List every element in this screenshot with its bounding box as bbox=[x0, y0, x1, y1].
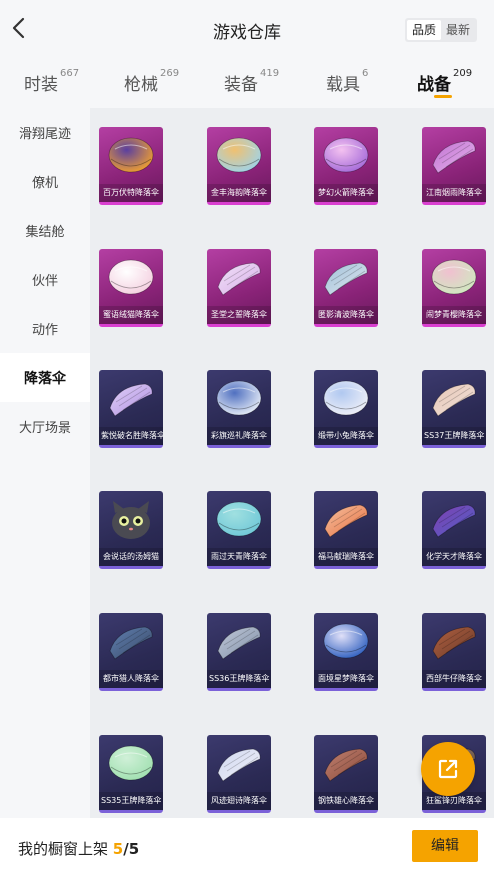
parachute-card[interactable]: 紫悦破名胜降落伞 bbox=[99, 370, 163, 448]
parachute-card[interactable]: 都市猎人降落伞 bbox=[99, 613, 163, 691]
parachute-card[interactable]: 雨过天青降落伞 bbox=[207, 491, 271, 569]
parachute-image bbox=[216, 137, 262, 173]
parachute-name: 梦幻火箭降落伞 bbox=[314, 184, 378, 202]
showcase-status: 我的橱窗上架 5/5 bbox=[18, 838, 139, 859]
parachute-name: 西部牛仔降落伞 bbox=[422, 670, 486, 688]
sidebar-item[interactable]: 集结舱 bbox=[0, 206, 90, 255]
parachute-card[interactable]: 闹梦青樱降落伞 bbox=[422, 249, 486, 327]
parachute-name: 福马献瑞降落伞 bbox=[314, 548, 378, 566]
tab-fashion[interactable]: 时装667 bbox=[24, 68, 79, 95]
parachute-name: 百万伏特降落伞 bbox=[99, 184, 163, 202]
parachute-name: 风迹翅诗降落伞 bbox=[207, 792, 271, 810]
parachute-name: 雨过天青降落伞 bbox=[207, 548, 271, 566]
parachute-card[interactable]: 百万伏特降落伞 bbox=[99, 127, 163, 205]
parachute-image bbox=[108, 745, 154, 781]
parachute-image bbox=[323, 137, 369, 173]
parachute-image bbox=[324, 748, 368, 782]
parachute-image bbox=[216, 501, 262, 537]
parachute-name: 江南烟雨降落伞 bbox=[422, 184, 486, 202]
parachute-card[interactable]: 蜜语绒猫降落伞 bbox=[99, 249, 163, 327]
parachute-name: 匿影清波降落伞 bbox=[314, 306, 378, 324]
parachute-name: 闹梦青樱降落伞 bbox=[422, 306, 486, 324]
sort-toggle: 品质 最新 bbox=[405, 18, 477, 42]
tab-weapons[interactable]: 枪械269 bbox=[124, 68, 179, 95]
parachute-image bbox=[108, 259, 154, 295]
sidebar-item[interactable]: 伙伴 bbox=[0, 255, 90, 304]
parachute-card[interactable]: 江南烟雨降落伞 bbox=[422, 127, 486, 205]
parachute-name: SS36王牌降落伞 bbox=[207, 670, 271, 688]
parachute-name: 钢铁雄心降落伞 bbox=[314, 792, 378, 810]
parachute-image bbox=[217, 262, 261, 296]
parachute-card[interactable]: 面境星梦降落伞 bbox=[314, 613, 378, 691]
parachute-image bbox=[432, 626, 476, 660]
parachute-card[interactable]: 福马献瑞降落伞 bbox=[314, 491, 378, 569]
parachute-name: 圣堂之誓降落伞 bbox=[207, 306, 271, 324]
sidebar-item[interactable]: 大厅场景 bbox=[0, 402, 90, 451]
sort-option-quality[interactable]: 品质 bbox=[407, 20, 441, 40]
tab-combat-gear[interactable]: 战备209 bbox=[417, 68, 472, 95]
parachute-image bbox=[432, 504, 476, 538]
parachute-card[interactable]: 匿影清波降落伞 bbox=[314, 249, 378, 327]
parachute-card[interactable]: 圣堂之誓降落伞 bbox=[207, 249, 271, 327]
parachute-card[interactable]: 钢铁雄心降落伞 bbox=[314, 735, 378, 813]
showcase-count: 5 bbox=[112, 840, 124, 858]
edit-button[interactable]: 编辑 bbox=[412, 830, 478, 862]
parachute-image bbox=[323, 380, 369, 416]
parachute-card[interactable]: SS37王牌降落伞 bbox=[422, 370, 486, 448]
parachute-image bbox=[324, 262, 368, 296]
sidebar-item[interactable]: 滑翔尾迹 bbox=[0, 108, 90, 157]
parachute-image bbox=[109, 626, 153, 660]
parachute-name: 缎带小兔降落伞 bbox=[314, 427, 378, 445]
parachute-name: 蜜语绒猫降落伞 bbox=[99, 306, 163, 324]
parachute-name: 都市猎人降落伞 bbox=[99, 670, 163, 688]
bottom-bar: 我的橱窗上架 5/5 编辑 bbox=[0, 818, 494, 875]
parachute-card[interactable]: 金丰海韵降落伞 bbox=[207, 127, 271, 205]
sidebar-item[interactable]: 降落伞 bbox=[0, 353, 90, 402]
active-tab-indicator bbox=[434, 95, 452, 98]
showcase-label: 我的橱窗上架 bbox=[18, 840, 109, 858]
parachute-image bbox=[431, 259, 477, 295]
sidebar-item[interactable]: 动作 bbox=[0, 304, 90, 353]
parachute-image bbox=[432, 140, 476, 174]
parachute-name: SS37王牌降落伞 bbox=[422, 427, 486, 445]
parachute-card[interactable]: 化学天才降落伞 bbox=[422, 491, 486, 569]
sub-category-sidebar: 滑翔尾迹 僚机 集结舱 伙伴 动作 降落伞 大厅场景 bbox=[0, 108, 90, 818]
parachute-name: 面境星梦降落伞 bbox=[314, 670, 378, 688]
parachute-card[interactable]: SS35王牌降落伞 bbox=[99, 735, 163, 813]
parachute-card[interactable]: 彩旗巡礼降落伞 bbox=[207, 370, 271, 448]
share-button[interactable] bbox=[421, 742, 475, 796]
parachute-image bbox=[108, 137, 154, 173]
parachute-image bbox=[217, 626, 261, 660]
parachute-card[interactable]: 西部牛仔降落伞 bbox=[422, 613, 486, 691]
showcase-total: /5 bbox=[123, 840, 140, 858]
category-tabs: 时装667 枪械269 装备419 载具6 战备209 bbox=[0, 58, 494, 108]
parachute-card[interactable]: 梦幻火箭降落伞 bbox=[314, 127, 378, 205]
parachute-image bbox=[324, 504, 368, 538]
item-grid: 百万伏特降落伞 金丰海韵降落伞 梦幻火箭降落伞 江南烟雨降落伞 蜜语绒猫降落伞 … bbox=[90, 108, 494, 818]
parachute-name: SS35王牌降落伞 bbox=[99, 792, 163, 810]
parachute-image bbox=[216, 380, 262, 416]
parachute-name: 彩旗巡礼降落伞 bbox=[207, 427, 271, 445]
parachute-card[interactable]: SS36王牌降落伞 bbox=[207, 613, 271, 691]
top-bar: 游戏仓库 品质 最新 bbox=[0, 0, 494, 58]
tab-vehicles[interactable]: 载具6 bbox=[326, 68, 368, 95]
parachute-name: 紫悦破名胜降落伞 bbox=[99, 427, 163, 445]
parachute-image bbox=[217, 748, 261, 782]
parachute-image bbox=[112, 501, 150, 539]
tab-equipment[interactable]: 装备419 bbox=[224, 68, 279, 95]
parachute-card[interactable]: 缎带小兔降落伞 bbox=[314, 370, 378, 448]
sidebar-item[interactable]: 僚机 bbox=[0, 157, 90, 206]
parachute-card[interactable]: 会说话的汤姆猫 bbox=[99, 491, 163, 569]
parachute-image bbox=[432, 383, 476, 417]
sort-option-newest[interactable]: 最新 bbox=[441, 20, 475, 40]
share-icon bbox=[438, 759, 458, 779]
parachute-name: 会说话的汤姆猫 bbox=[99, 548, 163, 566]
parachute-image bbox=[109, 383, 153, 417]
parachute-card[interactable]: 风迹翅诗降落伞 bbox=[207, 735, 271, 813]
parachute-image bbox=[323, 623, 369, 659]
parachute-name: 化学天才降落伞 bbox=[422, 548, 486, 566]
parachute-name: 金丰海韵降落伞 bbox=[207, 184, 271, 202]
